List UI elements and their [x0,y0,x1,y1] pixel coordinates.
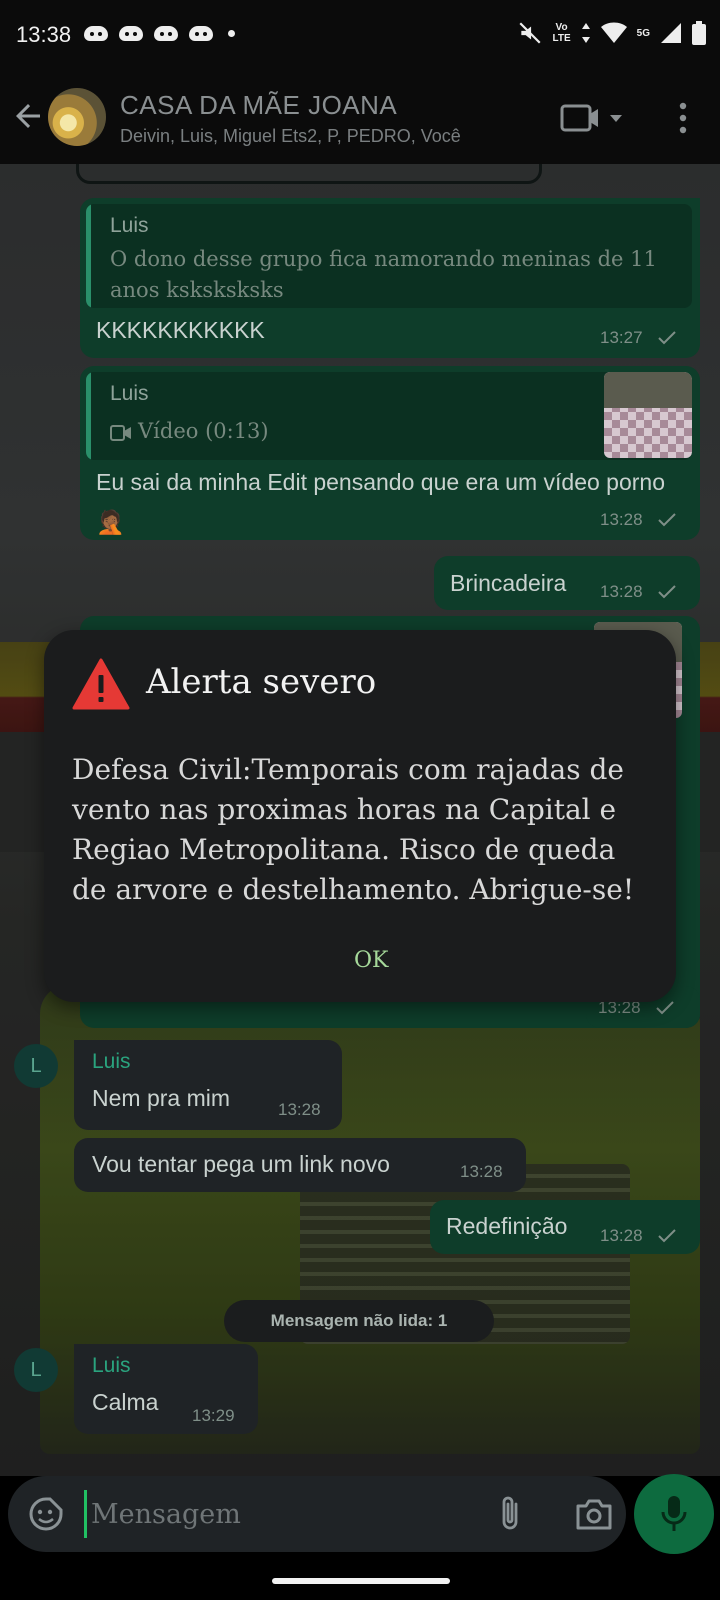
message-bubble[interactable]: Luis O dono desse grupo fica namorando m… [80,198,700,358]
discord-icon [84,24,108,42]
message-time: 13:29 [192,1406,235,1425]
sender-avatar[interactable]: L [14,1348,58,1392]
previous-message-edge [76,164,542,184]
alert-title: Alerta severo [146,662,377,702]
message-time: 13:28 [600,1226,643,1245]
group-avatar[interactable] [48,88,106,146]
video-thumbnail[interactable] [604,372,692,458]
sent-tick-icon [658,513,676,527]
unread-messages-indicator: Mensagem não lida: 1 [224,1300,494,1342]
notification-icons [84,24,235,42]
quote-bar [86,204,91,308]
message-time: 13:28 [278,1100,321,1119]
sender-name[interactable]: Luis [92,1354,131,1378]
alert-message: Defesa Civil:Temporais com rajadas de ve… [72,753,635,906]
more-notifications-dot [228,29,235,37]
quote-text: O dono desse grupo fica namorando menina… [110,247,657,302]
quoted-message[interactable]: Luis O dono desse grupo fica namorando m… [86,204,692,308]
message-text: Eu sai da minha Edit pensando que era um… [96,469,665,535]
microphone-icon [661,1496,687,1531]
message-time: 13:28 [600,582,643,601]
message-time: 13:28 [460,1162,503,1181]
volte-label-bottom: LTE [552,33,571,44]
message-bubble[interactable]: Luis Vídeo (0:13) Eu sai da minha Edit p… [80,366,700,540]
message-text: KKKKKKKKKKK [96,317,265,343]
sent-tick-icon [658,585,676,599]
volte-label-top: Vo [555,22,568,33]
message-text: Vou tentar pega um link novo [92,1151,390,1177]
warning-icon [72,658,130,710]
quoted-message[interactable]: Luis Vídeo (0:13) [86,372,692,460]
message-bubble[interactable]: Vou tentar pega um link novo 13:28 [74,1138,526,1192]
message-bubble[interactable]: Luis Nem pra mim 13:28 [74,1040,342,1130]
data-arrows-icon [581,23,590,43]
message-text: Brincadeira [450,570,567,596]
message-composer [8,1476,626,1552]
message-bubble[interactable]: Brincadeira 13:28 [434,556,700,610]
message-text: Nem pra mim [92,1085,231,1111]
video-call-icon[interactable] [560,102,626,134]
more-options-icon[interactable] [668,100,698,136]
sent-tick-icon [658,1229,676,1243]
status-time: 13:38 [16,22,72,47]
message-input[interactable] [84,1490,484,1538]
sent-tick-icon [656,1001,674,1015]
message-text: Calma [92,1389,159,1415]
volte-indicator: Vo LTE [553,22,571,44]
fiveg-indicator: 5G [637,28,650,39]
back-arrow-icon[interactable] [10,98,46,134]
message-bubble[interactable]: Luis Calma 13:29 [74,1344,258,1434]
quote-sender: Luis [110,382,149,405]
message-text: Redefinição [446,1213,568,1239]
quote-text: Vídeo (0:13) [138,419,269,443]
sender-name[interactable]: Luis [92,1050,131,1074]
chat-members[interactable]: Deivin, Luis, Miguel Ets2, P, PEDRO, Voc… [120,126,461,147]
wifi-icon [600,22,627,43]
chat-header: CASA DA MÃE JOANA Deivin, Luis, Miguel E… [0,72,720,164]
message-time: 13:27 [600,328,643,347]
message-time: 13:28 [600,510,643,529]
quote-sender: Luis [110,214,149,237]
status-bar: 13:38 Vo LTE 5G [0,0,720,72]
discord-icon [154,24,178,42]
camera-icon[interactable] [574,1496,614,1532]
sent-tick-icon [658,331,676,345]
voice-record-button[interactable] [634,1474,714,1554]
video-icon [110,425,131,441]
status-icons: Vo LTE 5G [517,20,706,46]
home-gesture-bar[interactable] [272,1578,450,1584]
severe-alert-dialog: Alerta severo Defesa Civil:Temporais com… [44,630,676,1002]
signal-icon [661,23,681,43]
discord-icon [189,24,213,42]
fiveg-label: 5G [636,27,650,39]
discord-icon [119,24,143,42]
chat-title[interactable]: CASA DA MÃE JOANA [120,90,397,121]
emoji-sticker-icon[interactable] [28,1496,64,1532]
ok-button[interactable]: OK [354,948,388,973]
sender-avatar[interactable]: L [14,1044,58,1088]
quote-bar [86,372,91,460]
attach-icon[interactable] [496,1494,526,1534]
battery-icon [692,21,706,45]
message-bubble[interactable]: Redefinição 13:28 [430,1200,700,1254]
mute-icon [518,22,541,44]
